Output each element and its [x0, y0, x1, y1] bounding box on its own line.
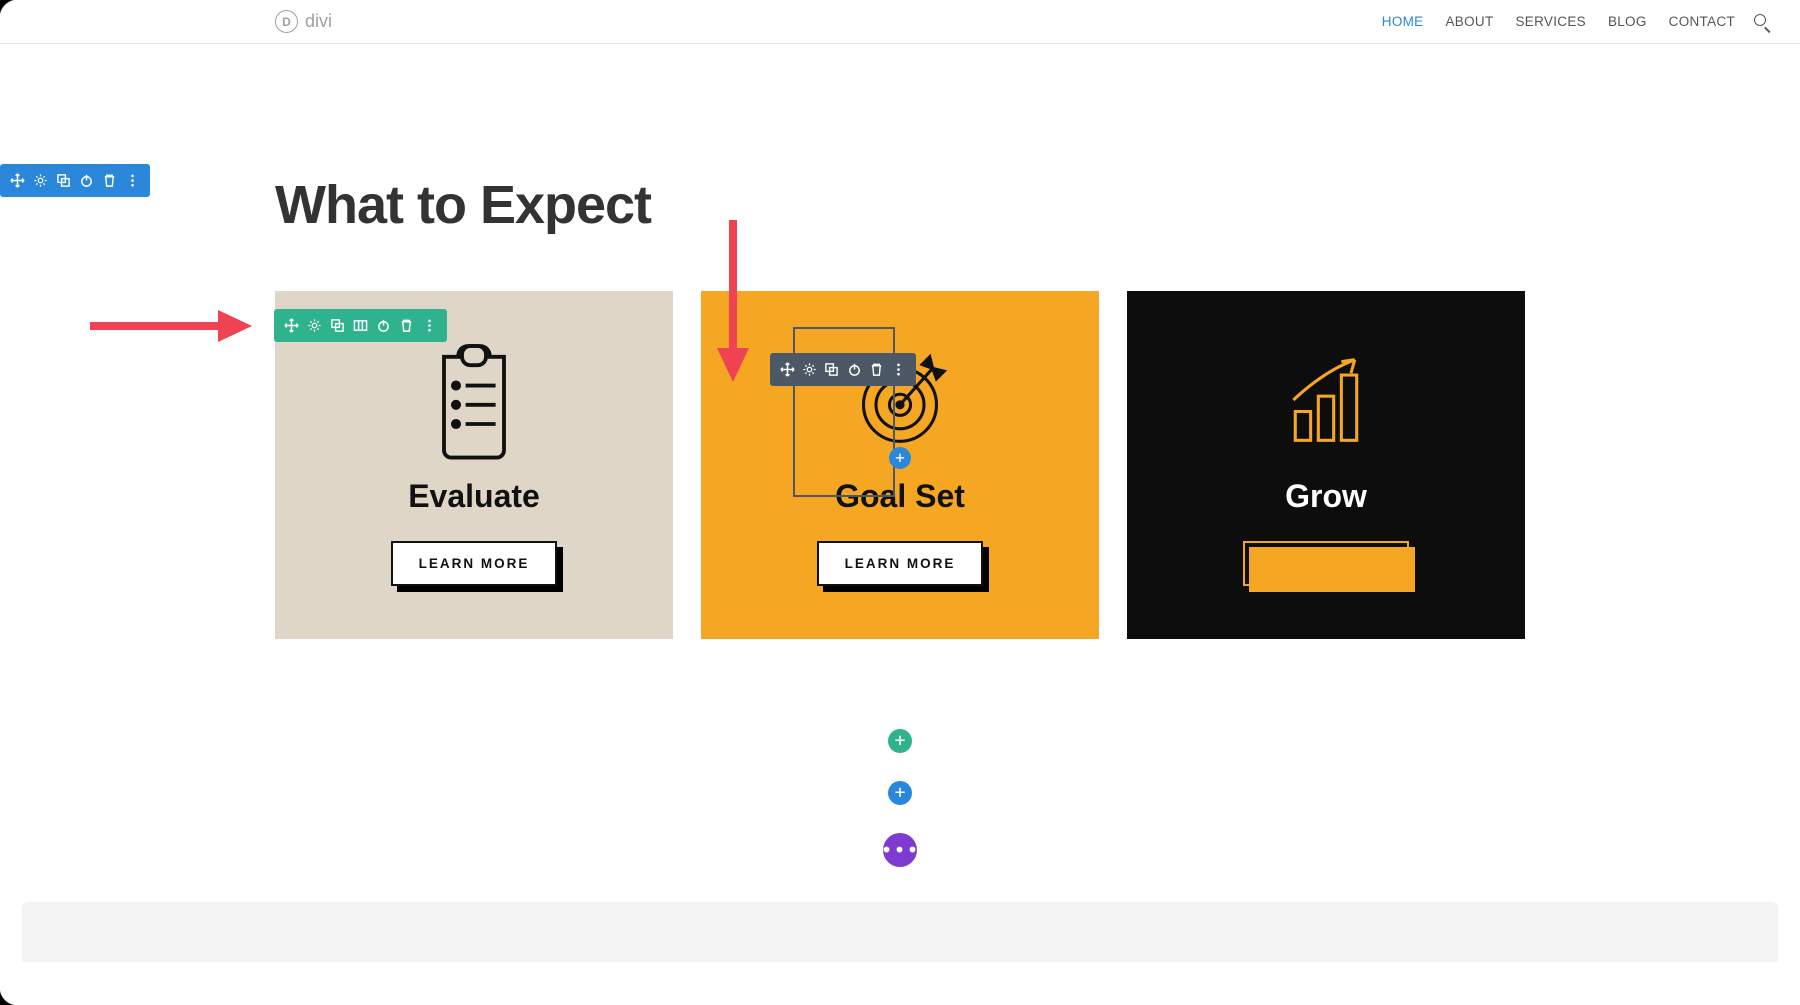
row-move-icon[interactable] — [280, 309, 303, 342]
bar-growth-icon — [1278, 344, 1374, 456]
section-heading: What to Expect — [275, 174, 1525, 236]
module-power-icon[interactable] — [843, 353, 865, 386]
learn-more-button[interactable]: LEARN MORE — [1243, 541, 1410, 586]
section-duplicate-icon[interactable] — [52, 164, 75, 197]
module-settings-icon[interactable] — [798, 353, 820, 386]
cards-row: Evaluate LEARN MORE — [275, 291, 1525, 639]
card-goal-set[interactable]: + Goal Set LEARN MORE — [701, 291, 1099, 639]
card-title: Grow — [1285, 478, 1367, 515]
page-body: What to Expect Evaluate LEARN MORE — [0, 44, 1800, 709]
brand-name: divi — [305, 11, 332, 32]
row-settings-icon[interactable] — [303, 309, 326, 342]
row-delete-icon[interactable] — [395, 309, 418, 342]
module-move-icon[interactable] — [776, 353, 798, 386]
module-toolbar — [770, 353, 916, 386]
nav-about[interactable]: ABOUT — [1445, 14, 1493, 29]
next-section-placeholder — [22, 902, 1778, 962]
row-duplicate-icon[interactable] — [326, 309, 349, 342]
learn-more-wrap: LEARN MORE — [817, 541, 984, 586]
search-icon[interactable] — [1753, 13, 1770, 30]
learn-more-button[interactable]: LEARN MORE — [391, 541, 558, 586]
card-grow[interactable]: Grow LEARN MORE — [1127, 291, 1525, 639]
row-more-icon[interactable] — [418, 309, 441, 342]
row-toolbar — [274, 309, 447, 342]
add-module-button[interactable]: + — [889, 447, 911, 469]
card-evaluate[interactable]: Evaluate LEARN MORE — [275, 291, 673, 639]
module-more-icon[interactable] — [888, 353, 910, 386]
section-settings-icon[interactable] — [29, 164, 52, 197]
learn-more-wrap: LEARN MORE — [1243, 541, 1410, 586]
site-logo[interactable]: D divi — [275, 10, 332, 33]
primary-nav: HOME ABOUT SERVICES BLOG CONTACT — [1382, 14, 1735, 29]
annotation-arrow-row — [90, 315, 260, 337]
nav-home[interactable]: HOME — [1382, 14, 1424, 29]
logo-badge: D — [275, 10, 298, 33]
nav-services[interactable]: SERVICES — [1516, 14, 1586, 29]
site-header: D divi HOME ABOUT SERVICES BLOG CONTACT — [0, 0, 1800, 44]
section-toolbar — [0, 164, 150, 197]
clipboard-list-icon — [426, 344, 522, 456]
nav-blog[interactable]: BLOG — [1608, 14, 1647, 29]
add-row-fab[interactable]: + — [888, 729, 912, 753]
row-power-icon[interactable] — [372, 309, 395, 342]
add-section-fab[interactable]: + — [888, 781, 912, 805]
row-columns-icon[interactable] — [349, 309, 372, 342]
nav-contact[interactable]: CONTACT — [1669, 14, 1735, 29]
section-power-icon[interactable] — [75, 164, 98, 197]
module-delete-icon[interactable] — [865, 353, 887, 386]
module-duplicate-icon[interactable] — [821, 353, 843, 386]
learn-more-wrap: LEARN MORE — [391, 541, 558, 586]
learn-more-button[interactable]: LEARN MORE — [817, 541, 984, 586]
section-move-icon[interactable] — [6, 164, 29, 197]
builder-menu-fab[interactable]: ••• — [883, 833, 917, 867]
section-delete-icon[interactable] — [98, 164, 121, 197]
card-title: Evaluate — [408, 478, 540, 515]
builder-fabs: + + ••• — [0, 729, 1800, 867]
section-more-icon[interactable] — [121, 164, 144, 197]
